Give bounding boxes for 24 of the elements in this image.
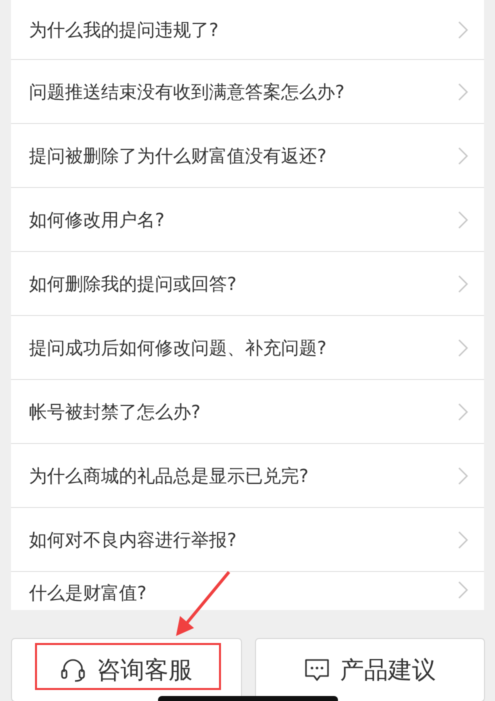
faq-item[interactable]: 问题推送结束没有收到满意答案怎么办? [11, 60, 484, 124]
chevron-right-icon [458, 338, 468, 356]
faq-item[interactable]: 如何对不良内容进行举报? [11, 508, 484, 572]
customer-service-button[interactable]: 咨询客服 [11, 638, 242, 701]
faq-item[interactable]: 为什么商城的礼品总是显示已兑完? [11, 444, 484, 508]
feedback-button[interactable]: 产品建议 [254, 638, 485, 701]
chevron-right-icon [458, 530, 468, 548]
chevron-right-icon [458, 210, 468, 228]
headset-icon [60, 657, 86, 683]
chevron-right-icon [458, 581, 468, 599]
faq-item[interactable]: 为什么我的提问违规了? [11, 0, 484, 60]
faq-item[interactable]: 提问被删除了为什么财富值没有返还? [11, 124, 484, 188]
faq-item[interactable]: 帐号被封禁了怎么办? [11, 380, 484, 444]
faq-item[interactable]: 如何删除我的提问或回答? [11, 252, 484, 316]
chevron-right-icon [458, 82, 468, 100]
chevron-right-icon [458, 146, 468, 164]
chat-icon [304, 657, 330, 683]
chevron-right-icon [458, 274, 468, 292]
faq-item[interactable]: 什么是财富值? [11, 572, 484, 610]
faq-item[interactable]: 如何修改用户名? [11, 188, 484, 252]
chevron-right-icon [458, 20, 468, 38]
chevron-right-icon [458, 466, 468, 484]
faq-item[interactable]: 提问成功后如何修改问题、补充问题? [11, 316, 484, 380]
chevron-right-icon [458, 402, 468, 420]
